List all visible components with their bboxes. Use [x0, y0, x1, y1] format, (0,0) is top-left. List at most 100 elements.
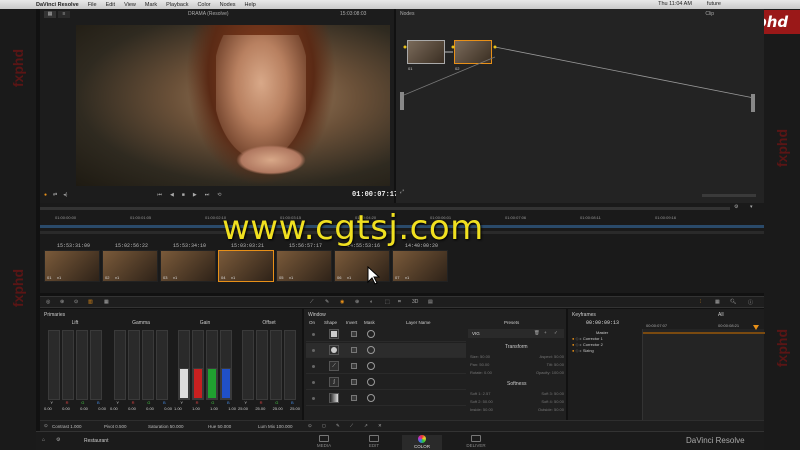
mask-icon-2[interactable] [367, 346, 375, 354]
palette-icon-4[interactable]: ▥ [88, 299, 93, 305]
gradient-shape-icon[interactable] [329, 393, 339, 403]
go-end-icon[interactable]: ⏭ [205, 192, 210, 198]
tracker-icon[interactable]: ⊕ [355, 299, 359, 305]
palette-icon-1[interactable]: ◎ [46, 299, 50, 305]
info-icon[interactable]: ⓘ [748, 299, 753, 306]
list-view-icon[interactable]: ≡ [58, 10, 70, 18]
audio-icon[interactable]: ◂) [63, 192, 67, 198]
shuffle-icon[interactable]: ⇄ [53, 192, 57, 198]
gain-value-r[interactable]: 1.00 [192, 406, 200, 411]
grid-icon[interactable]: ▤ [428, 299, 433, 305]
offset-value-g[interactable]: 25.00 [273, 406, 283, 411]
gain-value-y[interactable]: 1.00 [174, 406, 182, 411]
window-row-gradient[interactable] [306, 391, 466, 406]
outside-value[interactable]: Outside: 50.00 [538, 407, 564, 412]
tilt-value[interactable]: Tilt: 50.00 [547, 362, 564, 367]
window-tool-delete-icon[interactable]: ✕ [378, 423, 382, 429]
lift-value-g[interactable]: 0.00 [80, 406, 88, 411]
window-on-dot-5[interactable] [312, 396, 315, 400]
polygon-shape-icon[interactable]: ⟋ [329, 361, 339, 371]
clip-thumb-05[interactable]: 05 v1 [276, 250, 332, 282]
clip-thumb-04[interactable]: 04 v1 [218, 250, 274, 282]
clip-thumb-03[interactable]: 03 v1 [160, 250, 216, 282]
preset-apply-icon[interactable]: ✓ [554, 330, 558, 336]
menu-mark[interactable]: Mark [145, 2, 157, 8]
lift-value-r[interactable]: 0.00 [62, 406, 70, 411]
offset-wheel[interactable]: Offset Y R G B 25.00 25.00 25.00 25.00 [236, 320, 302, 420]
lum-mix-value[interactable]: Lum Mix 100.000 [258, 424, 293, 429]
window-row-curve[interactable]: ∫ [306, 375, 466, 390]
loop-icon[interactable]: ⟲ [217, 192, 221, 198]
window-tool-square-icon[interactable]: ◻ [322, 423, 326, 429]
mask-icon-3[interactable] [367, 362, 375, 370]
inside-value[interactable]: Inside: 50.00 [470, 407, 493, 412]
invert-checkbox-1[interactable] [351, 331, 357, 337]
soft1-value[interactable]: Soft 1: 2.57 [470, 391, 490, 396]
invert-checkbox-4[interactable] [351, 379, 357, 385]
qualifier-icon[interactable]: ✎ [325, 299, 329, 305]
go-start-icon[interactable]: ⏮ [157, 192, 162, 198]
pan-value[interactable]: Pan: 50.00 [470, 362, 489, 367]
palette-icon-3[interactable]: ⊙ [74, 299, 78, 305]
scopes-icon[interactable]: ⫶ [700, 299, 701, 305]
menu-playback[interactable]: Playback [166, 2, 188, 8]
expand-icon[interactable]: ⤢ [400, 189, 404, 195]
menu-help[interactable]: Help [245, 2, 256, 8]
clip-thumb-01[interactable]: 01 v1 [44, 250, 100, 282]
menu-edit[interactable]: Edit [106, 2, 115, 8]
clip-thumb-02[interactable]: 02 v1 [102, 250, 158, 282]
offset-value-b[interactable]: 25.00 [290, 406, 300, 411]
kf-track-corrector2[interactable]: ● ◇ ▸ Corrector 2 [572, 342, 603, 347]
clip-thumb-07[interactable]: 07 v1 [392, 250, 448, 282]
grid-view-icon[interactable]: ▦ [44, 10, 56, 18]
gamma-value-y[interactable]: 0.00 [110, 406, 118, 411]
gamma-value-b[interactable]: 0.00 [164, 406, 172, 411]
kf-track-sizing[interactable]: ● ◇ ▸ Sizing [572, 348, 594, 353]
size-value[interactable]: Size: 50.00 [470, 354, 490, 359]
viewer-mode-icon[interactable]: ● [44, 192, 47, 198]
reverse-icon[interactable]: ◀ [170, 192, 174, 198]
app-menu[interactable]: DaVinci Resolve [36, 2, 79, 8]
stop-icon[interactable]: ■ [182, 192, 185, 198]
menu-file[interactable]: File [88, 2, 97, 8]
palette-icon-5[interactable]: ▦ [104, 299, 109, 305]
nav-deliver[interactable]: DELIVER [456, 435, 496, 448]
key-icon[interactable]: ⬚ [385, 299, 390, 305]
kf-track-corrector1[interactable]: ● ◇ ▸ Corrector 1 [572, 336, 603, 341]
reset-icon[interactable]: ⊙ [44, 423, 48, 429]
lift-wheel[interactable]: Lift Y R G B 0.00 0.00 0.00 0.00 [42, 320, 108, 420]
pivot-value[interactable]: Pivot 0.500 [104, 424, 127, 429]
contrast-value[interactable]: Contrast 1.000 [52, 424, 82, 429]
kf-track-master[interactable]: Master [596, 330, 608, 335]
playhead-icon[interactable] [753, 325, 759, 330]
curves-icon[interactable]: ⟋ [310, 299, 314, 305]
viewer-image[interactable] [76, 25, 390, 186]
offset-value-r[interactable]: 25.00 [255, 406, 265, 411]
gamma-value-g[interactable]: 0.00 [146, 406, 154, 411]
square-shape-icon[interactable] [329, 329, 339, 339]
menubar-user[interactable]: future [707, 1, 721, 7]
window-on-dot-2[interactable] [312, 348, 315, 352]
nav-color[interactable]: COLOR [402, 435, 442, 450]
keyframes-track-area[interactable] [642, 325, 765, 420]
menu-nodes[interactable]: Nodes [220, 2, 236, 8]
gain-value-g[interactable]: 1.00 [210, 406, 218, 411]
mask-icon-4[interactable] [367, 378, 375, 386]
saturation-value[interactable]: Saturation 50.000 [148, 424, 184, 429]
3d-icon[interactable]: 3D [412, 299, 418, 305]
window-tool-line-icon[interactable]: ⟋ [350, 423, 353, 428]
blur-icon[interactable]: ◐ [370, 299, 373, 305]
mask-icon-5[interactable] [367, 394, 375, 402]
lift-value-y[interactable]: 0.00 [44, 406, 52, 411]
gamma-wheel[interactable]: Gamma Y R G B 0.00 0.00 0.00 0.00 [108, 320, 174, 420]
gain-value-b[interactable]: 1.00 [228, 406, 236, 411]
nav-media[interactable]: MEDIA [304, 435, 344, 448]
circle-shape-icon[interactable] [329, 345, 339, 355]
invert-checkbox-5[interactable] [351, 395, 357, 401]
soft4-value[interactable]: Soft 4: 50.00 [541, 399, 564, 404]
gain-wheel[interactable]: Gain Y R G B 1.00 1.00 1.00 1.00 [172, 320, 238, 420]
window-on-dot-3[interactable] [312, 364, 315, 368]
opacity-value[interactable]: Opacity: 100.00 [536, 370, 564, 375]
invert-checkbox-3[interactable] [351, 363, 357, 369]
soft2-value[interactable]: Soft 2: 50.00 [470, 399, 493, 404]
